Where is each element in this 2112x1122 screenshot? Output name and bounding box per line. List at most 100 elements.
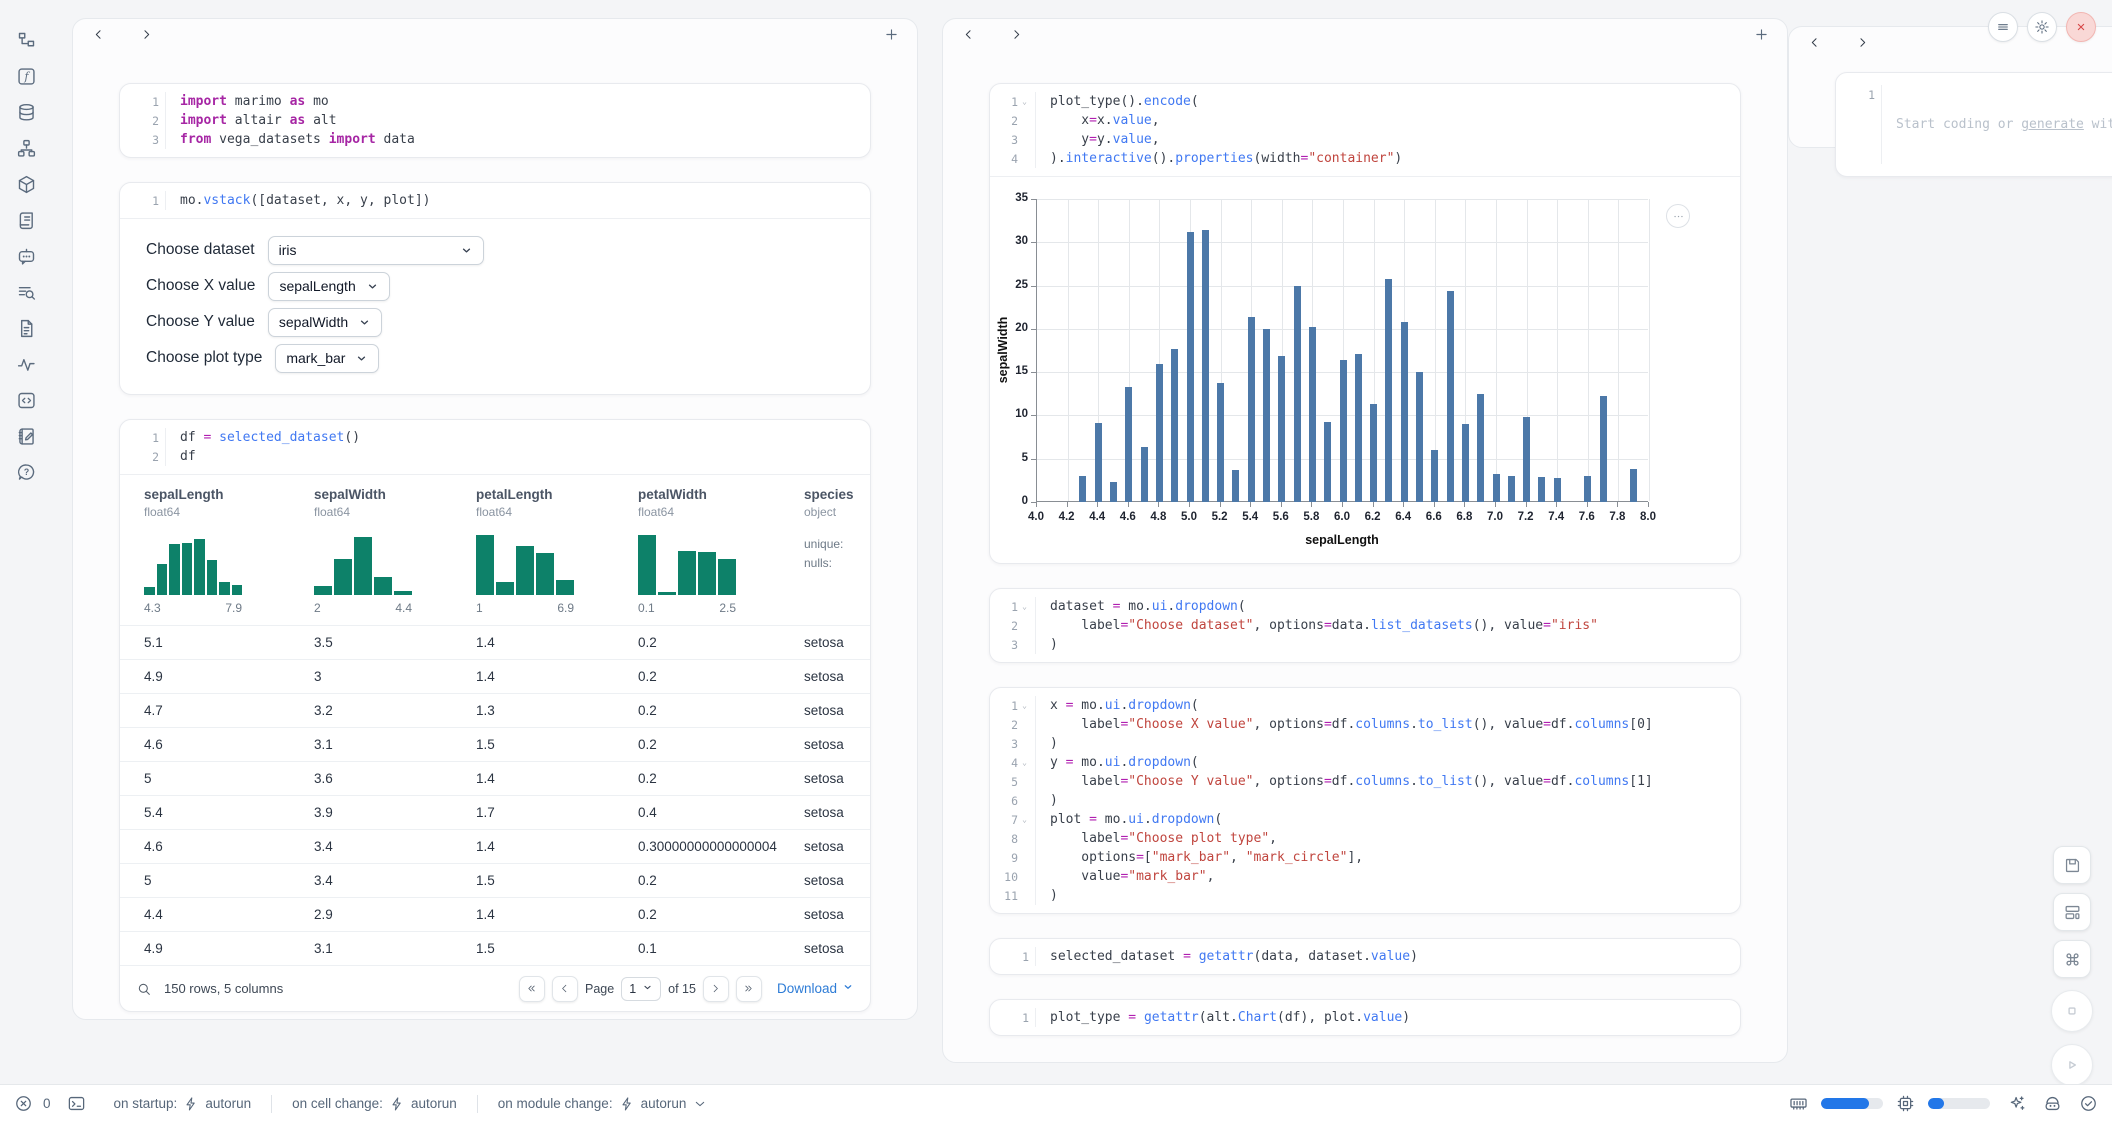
save-button[interactable] [2053, 846, 2091, 884]
column-right-button[interactable] [1853, 35, 1871, 53]
line-number: 1 [1022, 947, 1029, 966]
on-startup-config[interactable]: on startup: autorun [104, 1096, 262, 1112]
table-row[interactable]: 4.63.11.50.2setosa [120, 727, 870, 761]
sparkles-icon[interactable] [2007, 1094, 2026, 1113]
snippets-icon[interactable] [16, 390, 37, 411]
data-sources-icon[interactable] [16, 102, 37, 123]
fold-marker[interactable]: ⌄ [1020, 758, 1029, 767]
cell-vstack[interactable]: 1mo.vstack([dataset, x, y, plot]) Choose… [119, 182, 871, 395]
x-value-select[interactable]: sepalLength [268, 272, 389, 301]
table-cell: 4.9 [120, 660, 314, 693]
cell-imports[interactable]: 123import marimo as moimport altair as a… [119, 83, 871, 158]
error-count-icon[interactable] [14, 1094, 33, 1113]
layout-grid-button[interactable] [2053, 893, 2091, 931]
column-histogram[interactable] [476, 531, 574, 595]
column-header-petalLength[interactable]: petalLengthfloat6416.9 [476, 487, 638, 615]
generate-link[interactable]: generate [2021, 117, 2084, 132]
column-right-button[interactable] [137, 27, 155, 45]
gridline [1496, 199, 1497, 501]
cell-plot-type[interactable]: 1plot_type = getattr(alt.Chart(df), plot… [989, 999, 1741, 1036]
cell-dataset-dropdown[interactable]: 1⌄23dataset = mo.ui.dropdown( label="Cho… [989, 588, 1741, 663]
assistant-icon[interactable] [2043, 1094, 2062, 1113]
line-number: 10 [1004, 867, 1029, 886]
last-page-button[interactable] [736, 976, 762, 1002]
fold-marker[interactable]: ⌄ [1020, 602, 1029, 611]
dataset-select[interactable]: iris [268, 236, 484, 265]
cell-chart[interactable]: 1⌄234plot_type().encode( x=x.value, y=y.… [989, 83, 1741, 564]
cell-empty[interactable]: 1 Start coding or generate with [1835, 72, 2112, 177]
next-page-button[interactable] [703, 976, 729, 1002]
on-cell-change-config[interactable]: on cell change: autorun [282, 1096, 467, 1112]
column-left-button[interactable] [959, 27, 977, 45]
column-histogram[interactable] [144, 531, 242, 595]
axis-tick [1128, 502, 1129, 507]
table-row[interactable]: 4.73.21.30.2setosa [120, 693, 870, 727]
code-editor[interactable]: 12df = selected_dataset()df [120, 420, 870, 474]
dependencies-icon[interactable] [16, 138, 37, 159]
y-value-select[interactable]: sepalWidth [268, 308, 382, 337]
page-number-select[interactable]: 1 [621, 977, 661, 1001]
stop-button[interactable] [2051, 990, 2093, 1032]
add-cell-button[interactable] [881, 26, 901, 46]
table-row[interactable]: 5.13.51.40.2setosa [120, 625, 870, 659]
outline-icon[interactable] [16, 210, 37, 231]
add-cell-button[interactable] [1751, 26, 1771, 46]
column-header-petalWidth[interactable]: petalWidthfloat640.12.5 [638, 487, 804, 615]
tracing-icon[interactable] [16, 354, 37, 375]
shutdown-button[interactable] [2066, 12, 2096, 42]
table-row[interactable]: 4.93.11.50.1setosa [120, 931, 870, 965]
cell-dataframe[interactable]: 12df = selected_dataset()df sepalLengthf… [119, 419, 871, 1012]
column-header-sepalLength[interactable]: sepalLengthfloat644.37.9 [120, 487, 314, 615]
column-histogram[interactable] [314, 531, 412, 595]
menu-button[interactable] [1988, 12, 2018, 42]
code-editor[interactable]: 123import marimo as moimport altair as a… [120, 84, 870, 157]
table-cell: 4.7 [120, 694, 314, 727]
help-icon[interactable]: ? [16, 462, 37, 483]
cell-xy-plot-dropdowns[interactable]: 1⌄234⌄567⌄891011x = mo.ui.dropdown( labe… [989, 687, 1741, 914]
packages-icon[interactable] [16, 174, 37, 195]
code-editor[interactable]: 1mo.vstack([dataset, x, y, plot]) [120, 183, 870, 218]
table-row[interactable]: 4.931.40.2setosa [120, 659, 870, 693]
chart-actions-button[interactable] [1666, 204, 1690, 228]
column-left-button[interactable] [1805, 35, 1823, 53]
run-button[interactable] [2051, 1044, 2093, 1086]
variables-icon[interactable]: f [16, 66, 37, 87]
code-editor[interactable]: 1⌄234plot_type().encode( x=x.value, y=y.… [990, 84, 1740, 176]
settings-button[interactable] [2027, 12, 2057, 42]
on-module-change-config[interactable]: on module change: autorun [488, 1096, 719, 1112]
code-editor[interactable]: 1plot_type = getattr(alt.Chart(df), plot… [990, 1000, 1740, 1035]
table-row[interactable]: 53.61.40.2setosa [120, 761, 870, 795]
plot-area[interactable] [1036, 199, 1648, 502]
code-editor[interactable]: 1⌄23dataset = mo.ui.dropdown( label="Cho… [990, 589, 1740, 662]
chat-icon[interactable] [16, 246, 37, 267]
column-histogram[interactable] [638, 531, 736, 595]
search-icon[interactable] [136, 981, 152, 997]
table-row[interactable]: 53.41.50.2setosa [120, 863, 870, 897]
code-editor[interactable]: 1⌄234⌄567⌄891011x = mo.ui.dropdown( labe… [990, 688, 1740, 913]
check-circle-icon[interactable] [2079, 1094, 2098, 1113]
column-header-species[interactable]: speciesobjectunique:nulls: [804, 487, 870, 615]
code-editor[interactable]: 1selected_dataset = getattr(data, datase… [990, 939, 1740, 974]
editor-placeholder[interactable]: Start coding or generate with [1896, 115, 2112, 134]
documentation-icon[interactable] [16, 318, 37, 339]
vstack-output: Choose datasetirisChoose X valuesepalLen… [120, 219, 870, 394]
scratchpad-icon[interactable] [16, 426, 37, 447]
command-button[interactable] [2053, 940, 2091, 978]
column-right-button[interactable] [1007, 27, 1025, 45]
table-row[interactable]: 4.42.91.40.2setosa [120, 897, 870, 931]
column-left-button[interactable] [89, 27, 107, 45]
fold-marker[interactable]: ⌄ [1020, 701, 1029, 710]
logs-icon[interactable] [16, 282, 37, 303]
table-row[interactable]: 5.43.91.70.4setosa [120, 795, 870, 829]
table-row[interactable]: 4.63.41.40.30000000000000004setosa [120, 829, 870, 863]
first-page-button[interactable] [519, 976, 545, 1002]
fold-marker[interactable]: ⌄ [1020, 97, 1029, 106]
column-header-sepalWidth[interactable]: sepalWidthfloat6424.4 [314, 487, 476, 615]
fold-marker[interactable]: ⌄ [1020, 815, 1029, 824]
cell-selected-dataset[interactable]: 1selected_dataset = getattr(data, datase… [989, 938, 1741, 975]
plot-type-select[interactable]: mark_bar [275, 344, 379, 373]
file-explorer-icon[interactable] [16, 30, 37, 51]
download-button[interactable]: Download [777, 981, 854, 996]
prev-page-button[interactable] [552, 976, 578, 1002]
terminal-icon[interactable] [67, 1094, 86, 1113]
